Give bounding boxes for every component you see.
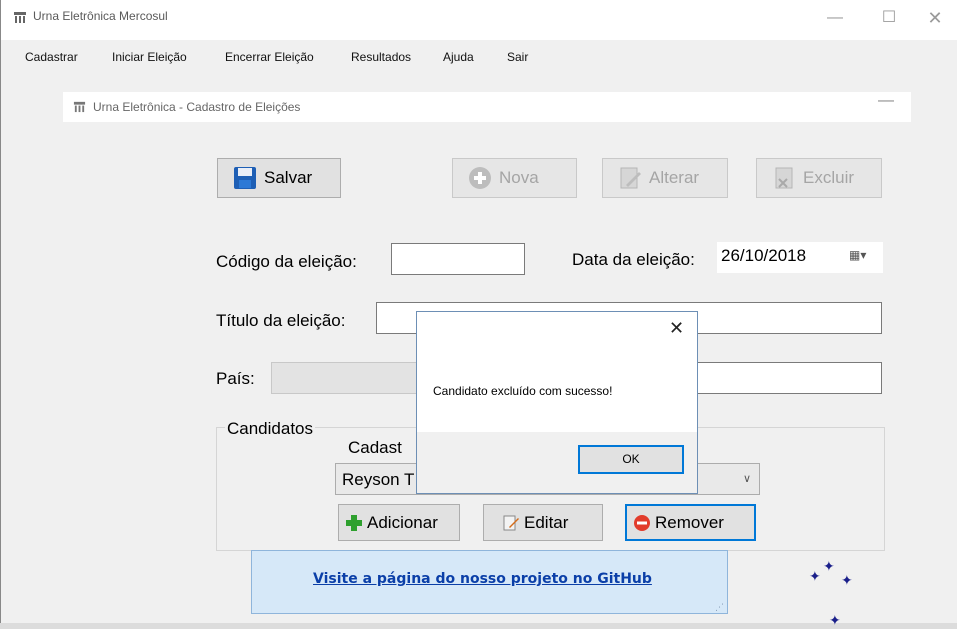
editar-button[interactable]: Editar (483, 504, 603, 541)
edit-document-icon (620, 167, 641, 189)
alterar-label: Alterar (649, 168, 700, 187)
resize-grip-icon[interactable]: ⋰ (715, 602, 724, 613)
salvar-label: Salvar (264, 168, 313, 187)
remover-button[interactable]: Remover (625, 504, 756, 541)
red-minus-icon (634, 514, 650, 531)
child-window-title: Urna Eletrônica - Cadastro de Eleições (93, 100, 301, 114)
dialog-close-button[interactable]: ✕ (669, 318, 684, 339)
chevron-down-icon: ∨ (742, 473, 751, 485)
dialog-footer: OK (417, 432, 697, 493)
title-bar: Urna Eletrônica Mercosul — ☐ ✕ (1, 0, 957, 40)
minimize-button[interactable]: — (813, 2, 857, 34)
menu-encerrar-eleicao[interactable]: Encerrar Eleição (225, 50, 314, 64)
ok-button[interactable]: OK (578, 445, 684, 474)
codigo-input[interactable] (391, 243, 525, 275)
salvar-button[interactable]: Salvar (217, 158, 341, 198)
child-minimize-button[interactable]: — (878, 92, 894, 110)
adicionar-button[interactable]: Adicionar (338, 504, 460, 541)
excluir-label: Excluir (803, 168, 855, 187)
data-picker[interactable]: 26/10/2018 ▦▾ (717, 242, 883, 273)
data-value: 26/10/2018 (721, 246, 807, 265)
floppy-disk-icon (234, 167, 256, 189)
child-title-bar: Urna Eletrônica - Cadastro de Eleições — (63, 92, 911, 122)
close-button[interactable]: ✕ (913, 2, 957, 34)
menu-bar: Cadastrar Iniciar Eleição Encerrar Eleiç… (1, 44, 957, 70)
dialog-message: Candidato excluído com sucesso! (433, 384, 613, 398)
remover-label: Remover (655, 512, 724, 532)
menu-cadastrar[interactable]: Cadastrar (25, 50, 78, 64)
calendar-dropdown-icon[interactable]: ▦▾ (849, 248, 866, 262)
codigo-label: Código da eleição: (216, 252, 357, 271)
maximize-button[interactable]: ☐ (867, 2, 911, 34)
pais-input[interactable] (697, 362, 882, 394)
pais-combo[interactable] (271, 362, 417, 394)
menu-resultados[interactable]: Resultados (351, 50, 411, 64)
star-icon: ✦ (841, 572, 853, 588)
plus-circle-icon (469, 167, 491, 189)
cadastrados-label: Cadast (348, 438, 402, 457)
star-icon: ✦ (809, 568, 821, 584)
menu-iniciar-eleicao[interactable]: Iniciar Eleição (112, 50, 187, 64)
nova-label: Nova (499, 168, 539, 187)
green-plus-icon (346, 514, 362, 531)
github-panel: Visite a página do nosso projeto no GitH… (251, 550, 728, 614)
candidato-selected: Reyson T (342, 470, 415, 489)
editar-label: Editar (524, 512, 569, 532)
nova-button[interactable]: Nova (452, 158, 577, 198)
star-icon: ✦ (829, 612, 841, 628)
menu-ajuda[interactable]: Ajuda (443, 50, 474, 64)
github-link[interactable]: Visite a página do nosso projeto no GitH… (313, 571, 652, 587)
titulo-label: Título da eleição: (216, 311, 346, 330)
main-window: Urna Eletrônica Mercosul — ☐ ✕ Cadastrar… (0, 0, 957, 628)
window-title: Urna Eletrônica Mercosul (33, 9, 168, 23)
edit-icon (503, 515, 519, 530)
adicionar-label: Adicionar (367, 512, 438, 532)
pais-label: País: (216, 369, 255, 388)
menu-sair[interactable]: Sair (507, 50, 528, 64)
candidatos-group-title: Candidatos (225, 419, 316, 439)
data-label: Data da eleição: (572, 250, 695, 269)
ballot-box-icon (14, 12, 26, 23)
excluir-button[interactable]: Excluir (756, 158, 882, 198)
alterar-button[interactable]: Alterar (602, 158, 728, 198)
delete-document-icon (775, 167, 793, 189)
message-dialog: ✕ Candidato excluído com sucesso! OK (416, 311, 698, 494)
star-icon: ✦ (823, 558, 835, 574)
ballot-box-icon (73, 101, 86, 113)
